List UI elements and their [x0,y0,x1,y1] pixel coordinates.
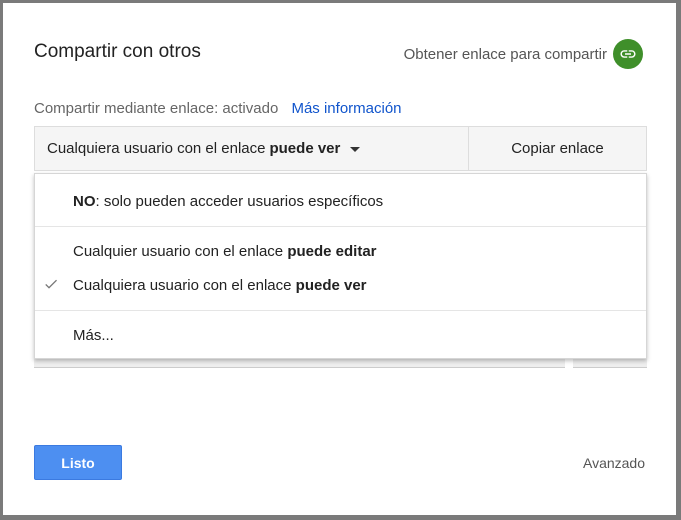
link-icon[interactable] [613,39,643,69]
share-dialog: Compartir con otros Obtener enlace para … [3,3,676,515]
menu-item-more-label: Más... [73,326,114,344]
menu-item-can-view-text: Cualquiera usuario con el enlace [73,276,296,294]
menu-divider [35,310,646,311]
link-access-bar: Cualquiera usuario con el enlace puede v… [34,126,647,171]
hidden-button-edge [573,358,647,368]
menu-item-can-view[interactable]: Cualquiera usuario con el enlace puede v… [35,270,646,300]
link-access-menu: NO: solo pueden acceder usuarios específ… [34,173,647,359]
hidden-field-edge [34,358,565,368]
menu-item-restricted-bold: NO [73,192,96,210]
dialog-title: Compartir con otros [34,41,201,62]
menu-item-can-edit-bold: puede editar [287,242,377,260]
link-access-dropdown-text: Cualquiera usuario con el enlace [47,140,266,157]
advanced-link[interactable]: Avanzado [583,455,645,471]
menu-item-restricted-text: : solo pueden acceder usuarios específic… [95,192,384,210]
link-access-dropdown-permission: puede ver [269,140,341,157]
menu-divider [35,226,646,227]
caret-down-icon [350,147,361,152]
menu-item-can-edit[interactable]: Cualquier usuario con el enlace puede ed… [35,236,646,266]
link-sharing-status: Compartir mediante enlace: activado Más … [34,100,402,117]
copy-link-button[interactable]: Copiar enlace [469,127,646,170]
link-sharing-status-text: Compartir mediante enlace: activado [34,100,279,117]
get-shareable-link-button[interactable]: Obtener enlace para compartir [404,39,643,69]
get-shareable-link-label: Obtener enlace para compartir [403,45,607,63]
menu-item-can-edit-label: Cualquier usuario con el enlace puede ed… [73,243,377,260]
more-info-link[interactable]: Más información [291,100,401,117]
checkmark-icon [45,279,57,289]
menu-item-restricted[interactable]: NO: solo pueden acceder usuarios específ… [35,186,646,216]
link-access-dropdown[interactable]: Cualquiera usuario con el enlace puede v… [35,127,469,170]
done-button[interactable]: Listo [34,445,122,480]
menu-item-can-view-bold: puede ver [295,276,367,294]
menu-item-can-view-label: Cualquiera usuario con el enlace puede v… [73,277,367,294]
menu-item-restricted-label: NO: solo pueden acceder usuarios específ… [73,193,383,210]
menu-item-can-edit-text: Cualquier usuario con el enlace [73,242,288,260]
menu-item-more[interactable]: Más... [35,320,646,350]
